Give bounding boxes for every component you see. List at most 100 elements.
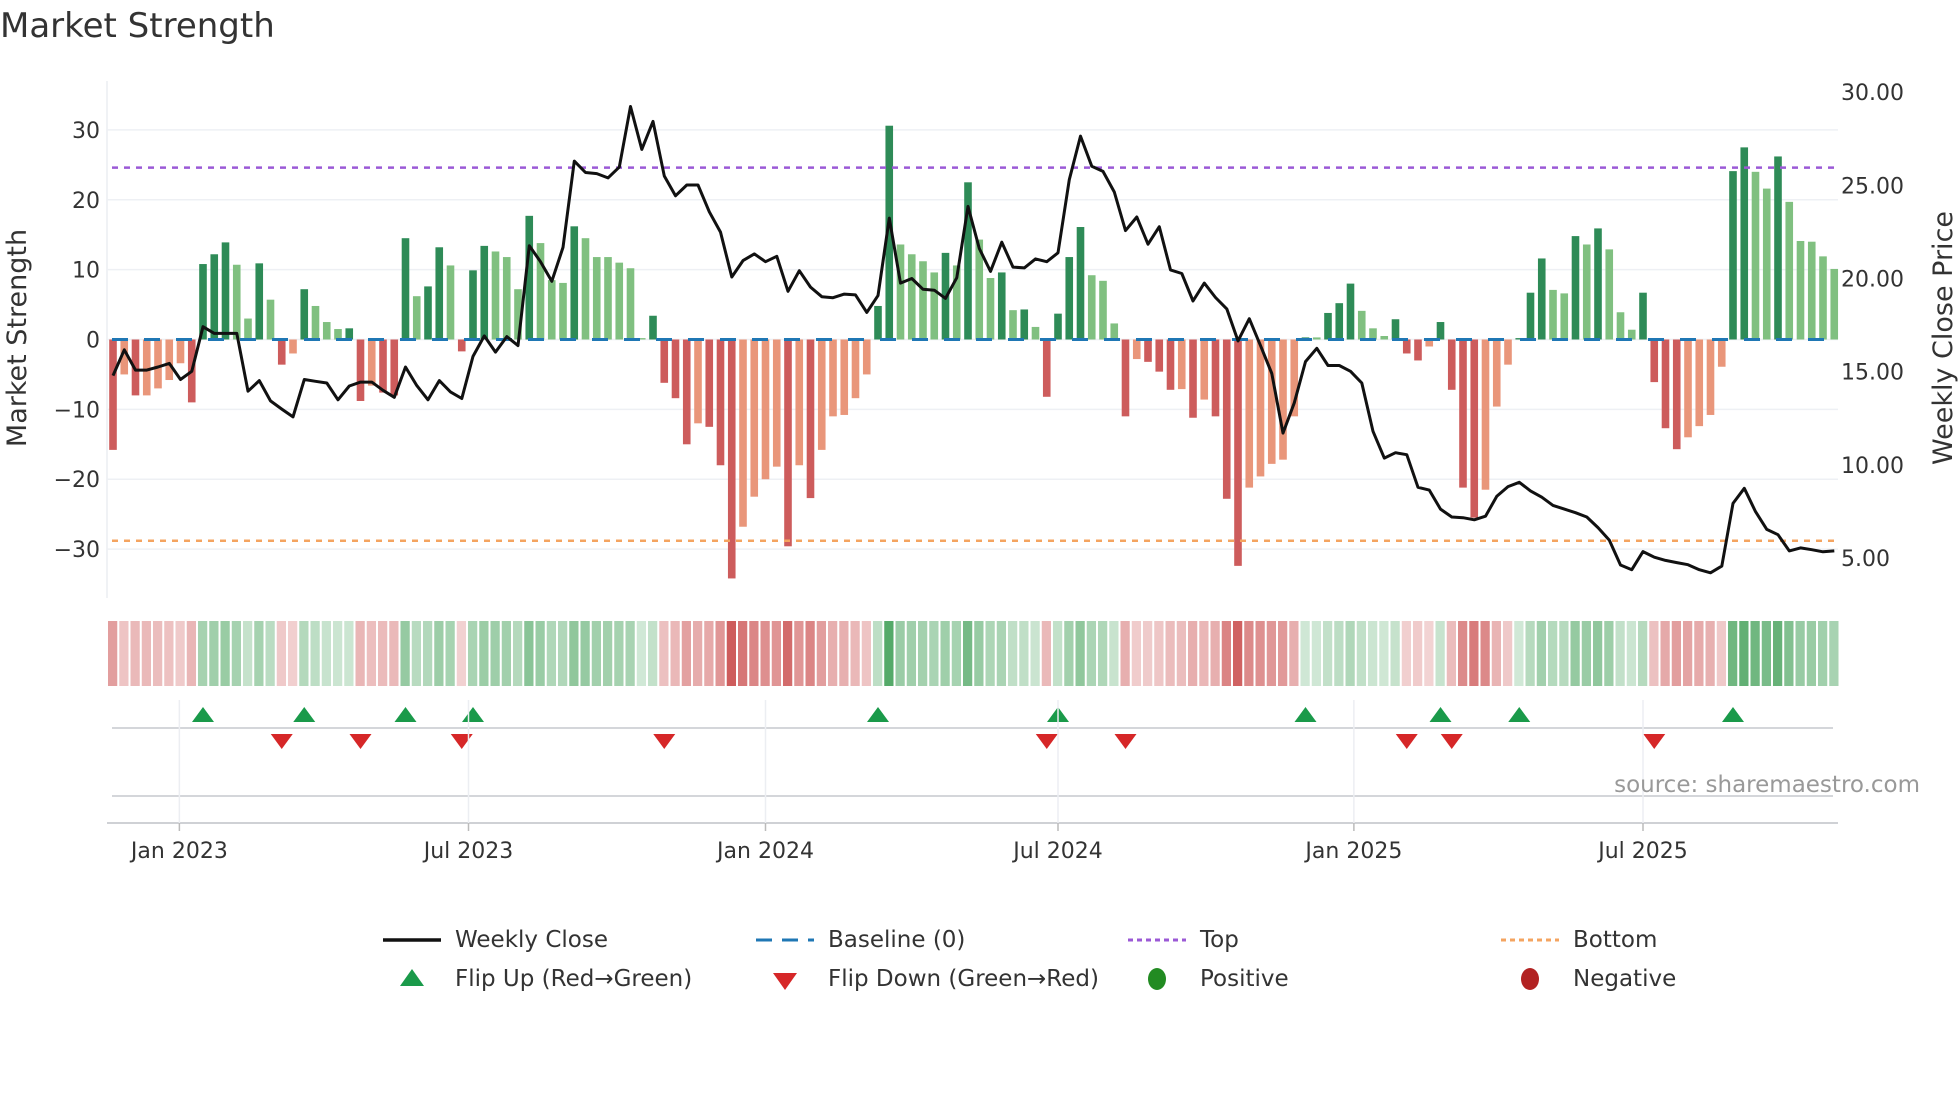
heatmap-cell (580, 621, 590, 686)
heatmap-cell (1041, 621, 1051, 686)
heatmap-cell (299, 621, 309, 686)
negative-bar (1144, 339, 1152, 362)
positive-bar (401, 238, 410, 340)
y2-tick-label: 30.00 (1841, 81, 1904, 106)
x-tick-label: Jul 2024 (1011, 839, 1103, 864)
positive-bar (604, 257, 612, 340)
positive-bar (615, 262, 624, 340)
positive-bar (1335, 303, 1344, 340)
heatmap-cell (1266, 621, 1276, 686)
negative-bar (1121, 339, 1130, 417)
negative-bar (142, 339, 151, 396)
heatmap-cell (603, 621, 613, 686)
negative-bar (379, 339, 387, 393)
heatmap-cell (1120, 621, 1130, 686)
heatmap-cell (873, 621, 883, 686)
heatmap-cell (738, 621, 748, 686)
positive-bar (311, 305, 320, 340)
positive-bar (1830, 268, 1839, 340)
legend-label: Flip Up (Red→Green) (455, 966, 693, 992)
heatmap-cell (1210, 621, 1220, 686)
heatmap-cell (1536, 621, 1546, 686)
heatmap-cell (220, 621, 230, 686)
heatmap-cell (681, 621, 691, 686)
heatmap-cell (1615, 621, 1625, 686)
legend-flip-down: Flip Down (Green→Red) (754, 964, 1099, 994)
negative-bar (176, 339, 185, 364)
y-tick-label: 20 (72, 189, 100, 214)
heatmap-cell (1491, 621, 1501, 686)
heatmap-cell (490, 621, 500, 686)
heatmap-cell (1008, 621, 1018, 686)
heatmap-cell (918, 621, 928, 686)
legend-label: Top (1200, 927, 1239, 953)
negative-bar (1402, 339, 1411, 354)
positive-bar (424, 286, 432, 340)
positive-bar (266, 299, 275, 340)
flip-up-icon (462, 707, 484, 722)
heatmap-cell (1593, 621, 1603, 686)
negative-bar (109, 339, 117, 450)
negative-bar (784, 339, 792, 547)
strength-heatmap-strip (108, 621, 1839, 686)
heatmap-cell (591, 621, 601, 686)
legend-label: Bottom (1573, 927, 1658, 953)
negative-bar (1132, 339, 1141, 360)
positive-bar (1391, 319, 1400, 340)
left-axis-ticks: 30 20 10 0 −10 −20 −30 (54, 119, 100, 563)
positive-bar (255, 263, 264, 340)
dotted-line-swatch-icon (1501, 938, 1559, 942)
heatmap-cell (355, 621, 365, 686)
heatmap-cell (1604, 621, 1614, 686)
x-tick-label: Jan 2024 (715, 839, 814, 864)
heatmap-cell (1143, 621, 1153, 686)
negative-bar (1492, 339, 1501, 407)
positive-bar (221, 242, 230, 340)
heatmap-cell (468, 621, 478, 686)
negative-bar (356, 339, 365, 401)
circle-icon (1148, 968, 1166, 990)
positive-bar (1762, 188, 1771, 340)
heatmap-cell (254, 621, 264, 686)
heatmap-cell (265, 621, 275, 686)
heatmap-cell (321, 621, 331, 686)
positive-bar (322, 322, 331, 340)
y2-tick-label: 10.00 (1841, 454, 1904, 479)
line-swatch-icon (383, 938, 441, 942)
heatmap-cell (1570, 621, 1580, 686)
flip-up-icon (192, 707, 214, 722)
heatmap-cell (783, 621, 793, 686)
heatmap-cell (1075, 621, 1085, 686)
heatmap-cell (1581, 621, 1591, 686)
heatmap-cell (288, 621, 298, 686)
heatmap-cell (861, 621, 871, 686)
positive-bar (1740, 147, 1749, 340)
flip-down-icon (1440, 734, 1463, 749)
heatmap-cell (344, 621, 354, 686)
heatmap-cell (1638, 621, 1648, 686)
heatmap-cell (569, 621, 579, 686)
positive-bar (232, 264, 241, 340)
negative-bar (1695, 339, 1704, 427)
positive-bar (491, 251, 500, 340)
positive-bar (1819, 256, 1827, 340)
positive-bar (1087, 275, 1096, 340)
heatmap-cell (1086, 621, 1096, 686)
heatmap-cell (1019, 621, 1029, 686)
market-strength-chart: 30 20 10 0 −10 −20 −30 30.00 25.00 20.00 15.00 10.… (2, 81, 1959, 864)
x-axis: Jan 2023 Jul 2023 Jan 2024 Jul 2024 Jan 2025… (107, 700, 1838, 864)
heatmap-cell (648, 621, 658, 686)
y2-axis-label: Weekly Close Price (1928, 211, 1959, 465)
heatmap-cell (119, 621, 129, 686)
positive-bar (1009, 310, 1017, 340)
heatmap-cell (231, 621, 241, 686)
positive-bar (1369, 328, 1377, 340)
heatmap-cell (963, 621, 973, 686)
positive-bar (502, 257, 511, 340)
heatmap-cell (1716, 621, 1726, 686)
positive-bar (896, 244, 905, 340)
heatmap-cell (546, 621, 556, 686)
triangle-up-icon (400, 969, 424, 986)
flip-down-icon (653, 734, 676, 749)
negative-bar (1684, 339, 1692, 438)
